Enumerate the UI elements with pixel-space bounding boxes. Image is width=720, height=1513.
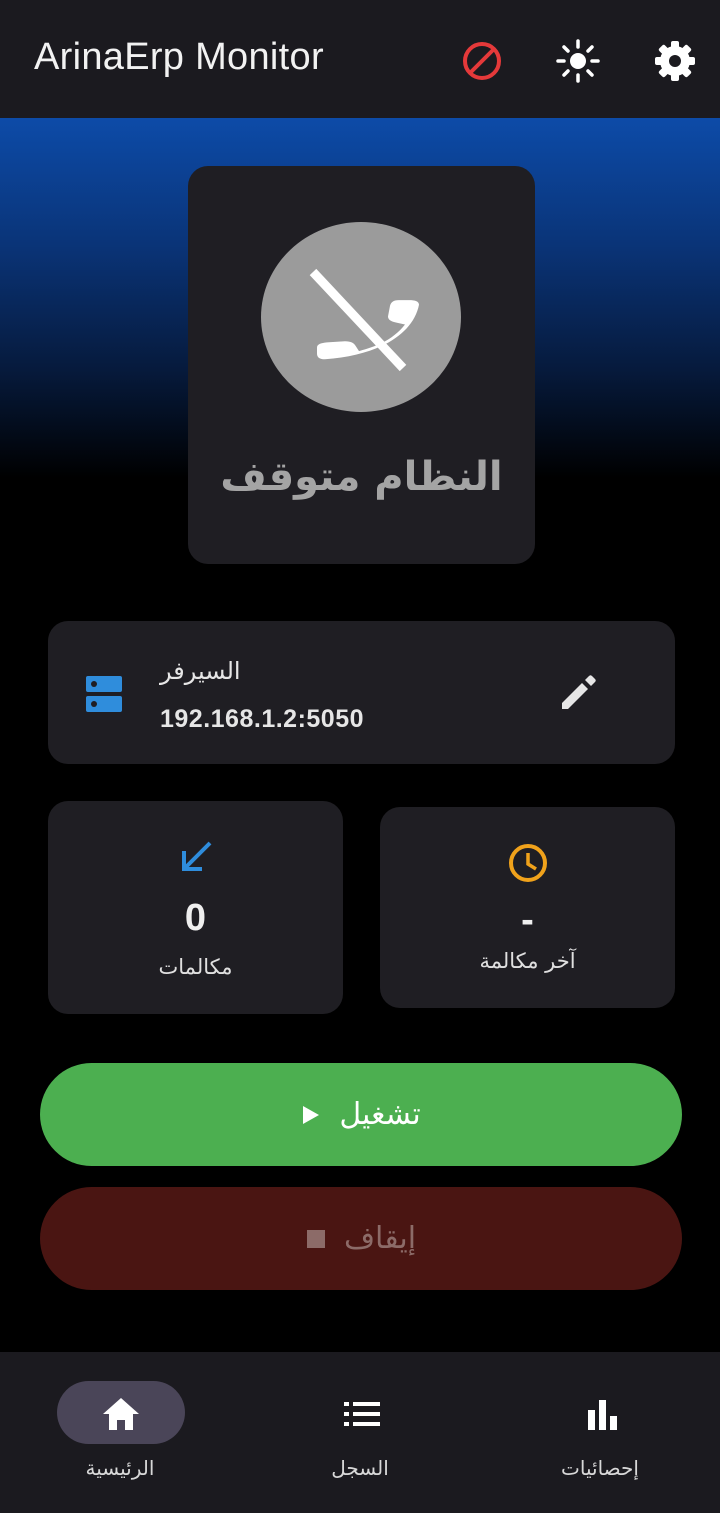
nav-item-log[interactable]: السجل [240,1352,480,1513]
app-title: ArinaErp Monitor [34,36,324,78]
block-icon[interactable] [459,38,505,84]
start-button-label: تشغيل [339,1097,421,1132]
brightness-icon[interactable] [555,38,601,84]
server-card: السيرفر 192.168.1.2:5050 [48,621,675,764]
last-call-label: آخر مكالمة [479,949,576,973]
start-button[interactable]: تشغيل [40,1063,682,1166]
status-card: النظام متوقف [188,166,535,564]
server-icon [86,676,122,712]
clock-icon [509,844,547,882]
bar-chart-icon [588,1400,617,1430]
call-received-icon [182,841,212,871]
nav-item-home[interactable]: الرئيسية [0,1352,240,1513]
bottom-navigation: الرئيسية السجل إحصائيات [0,1352,720,1513]
nav-item-statistics[interactable]: إحصائيات [480,1352,720,1513]
home-icon [103,1398,139,1430]
app-bar: ArinaErp Monitor [0,0,720,118]
calls-stat-card: 0 مكالمات [48,801,343,1014]
nav-label-log: السجل [331,1456,389,1480]
nav-label-home: الرئيسية [85,1456,155,1480]
calls-label: مكالمات [158,955,233,979]
stop-button[interactable]: إيقاف [40,1187,682,1290]
pencil-icon[interactable] [558,673,598,713]
server-address: 192.168.1.2:5050 [160,705,365,733]
play-icon [303,1105,320,1124]
list-icon [344,1402,380,1426]
last-call-value: - [521,899,534,941]
nav-label-statistics: إحصائيات [561,1456,639,1480]
system-status-text: النظام متوقف [220,454,503,500]
stop-icon [306,1229,325,1248]
status-indicator [261,222,461,412]
settings-icon[interactable] [652,38,698,84]
last-call-stat-card: - آخر مكالمة [380,807,675,1008]
stop-button-label: إيقاف [343,1221,417,1256]
server-label: السيرفر [160,657,241,685]
calls-count: 0 [184,897,207,939]
phone-disabled-icon [309,268,419,372]
